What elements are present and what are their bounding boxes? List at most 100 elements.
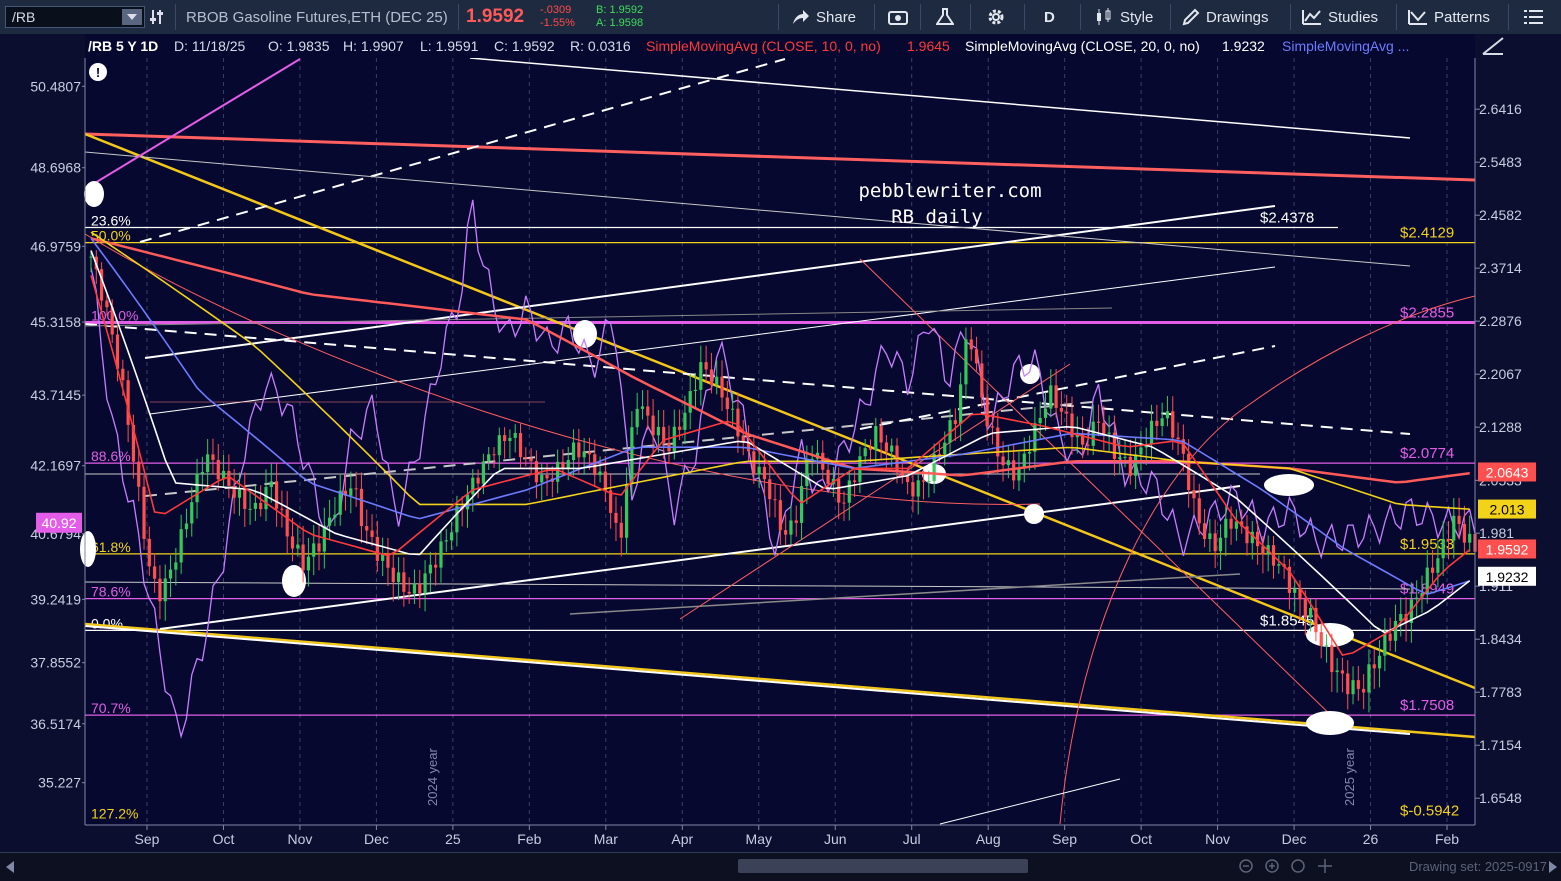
candle-body [211, 454, 215, 460]
x-tick-label: Dec [1282, 831, 1307, 847]
candle-body [1383, 633, 1387, 656]
last-price: 1.9592 [466, 6, 525, 27]
studies-button[interactable]: Studies [1302, 0, 1378, 34]
candle-body [614, 512, 618, 523]
x-tick-label: Oct [1130, 831, 1152, 847]
snapshot-button[interactable] [888, 0, 914, 34]
candle-body [492, 454, 496, 456]
candle-body [529, 458, 533, 462]
candle-body [1102, 422, 1106, 434]
candle-body [503, 435, 507, 442]
candle-body [206, 454, 210, 473]
settings-button[interactable] [986, 0, 1012, 34]
candle-body [471, 477, 475, 495]
menu-button[interactable] [1524, 0, 1550, 34]
price-chart[interactable]: 23.6% $2.437850.0% $2.4129100.0% $2.285588.… [0, 34, 1561, 852]
camera-icon [888, 11, 908, 25]
zoom-out-icon[interactable] [1239, 859, 1253, 873]
candle-body [837, 478, 841, 503]
x-tick-label: 26 [1363, 831, 1379, 847]
candle-body [259, 502, 263, 510]
candle-body [296, 544, 300, 549]
right-tick-label: 1.981 [1479, 525, 1514, 541]
left-tick-label: 50.4807 [30, 78, 81, 94]
candle-body [911, 482, 915, 497]
candle-body [1330, 645, 1334, 673]
price-badge-label: 1.9232 [1486, 569, 1529, 585]
candle-body [1134, 454, 1138, 476]
patterns-button[interactable]: Patterns [1408, 0, 1490, 34]
candle-body [253, 502, 257, 509]
candle-body [301, 544, 305, 571]
candle-body [121, 368, 125, 381]
scroll-thumb[interactable] [738, 859, 1028, 873]
symbol-description: RBOB Gasoline Futures,ETH (DEC 25) [186, 8, 448, 26]
candle-body [455, 506, 459, 533]
candle-body [805, 459, 809, 487]
drawings-label: Drawings [1206, 8, 1269, 26]
zoom-in-icon[interactable] [1265, 859, 1279, 873]
year-label-2025: 2025 year [1342, 748, 1357, 806]
candle-body [274, 481, 279, 509]
sma10-label[interactable]: SimpleMovingAvg (CLOSE, 10, 0, no) [646, 38, 881, 54]
info-icon[interactable]: ! [96, 65, 100, 80]
candle-body [540, 475, 544, 483]
studies-icon [1302, 10, 1321, 25]
interval-button[interactable]: D [1044, 0, 1055, 34]
style-button[interactable]: Style [1094, 0, 1153, 34]
candle-body [190, 502, 194, 524]
candle-body [1457, 515, 1461, 524]
candle-body [306, 556, 311, 571]
scroll-right-icon[interactable] [1547, 861, 1557, 873]
flask-button[interactable] [936, 0, 960, 34]
symbol-dropdown-button[interactable] [122, 9, 142, 25]
candle-body [1049, 385, 1053, 409]
move-icon[interactable] [1318, 859, 1332, 873]
drawing-set-label: Drawing set: 2025-0917 [1408, 859, 1547, 874]
left-tick-label: 43.7145 [30, 387, 81, 403]
candle-body [757, 466, 761, 475]
x-tick-label: Jun [824, 831, 847, 847]
sma20-label[interactable]: SimpleMovingAvg (CLOSE, 20, 0, no) [965, 38, 1200, 54]
x-tick-label: Aug [976, 831, 1001, 847]
candle-body [619, 522, 623, 538]
patterns-icon [1408, 10, 1427, 25]
share-button[interactable]: Share [792, 0, 856, 34]
candle-body [423, 573, 427, 594]
candle-body [153, 566, 157, 579]
candle-body [1452, 515, 1456, 541]
right-tick-label: 2.6416 [1479, 101, 1522, 117]
sma10-value: 1.9645 [907, 38, 950, 54]
sliders-icon[interactable] [150, 0, 170, 34]
candle-body [630, 427, 634, 484]
candle-body [407, 591, 411, 594]
reset-zoom-icon[interactable] [1291, 859, 1305, 873]
candle-body [412, 583, 417, 594]
x-tick-label: Sep [1052, 831, 1077, 847]
candle-body [1012, 460, 1016, 481]
chart-area[interactable]: 23.6% $2.4378 50.0% $2.4129 100.0% $2.2855 88.… [0, 34, 1561, 852]
candle-body [736, 408, 740, 437]
candle-body [1462, 523, 1466, 543]
candle-body [359, 488, 364, 527]
drawings-button[interactable]: Drawings [1182, 0, 1269, 34]
candle-body [147, 538, 151, 567]
candle-body [969, 339, 973, 350]
zoom-controls[interactable] [1238, 858, 1338, 876]
chart-id: /RB 5 Y 1D [88, 38, 158, 54]
sma-more-label[interactable]: SimpleMovingAvg ... [1282, 38, 1409, 54]
scroll-left-icon[interactable] [6, 861, 16, 873]
candle-body [476, 477, 480, 484]
time-scrollbar[interactable]: Drawing set: 2025-0917 [0, 852, 1561, 881]
candle-body [603, 471, 607, 491]
candle-body [487, 454, 491, 462]
list-menu-icon [1524, 10, 1543, 24]
gear-icon [988, 9, 1004, 25]
candle-body [285, 509, 289, 537]
left-tick-label: 35.227 [38, 775, 81, 791]
symbol-input[interactable]: /RB [5, 6, 145, 28]
candle-body [741, 436, 745, 442]
candle-body [328, 517, 332, 526]
candle-body [921, 480, 926, 482]
candle-body [1197, 498, 1201, 524]
